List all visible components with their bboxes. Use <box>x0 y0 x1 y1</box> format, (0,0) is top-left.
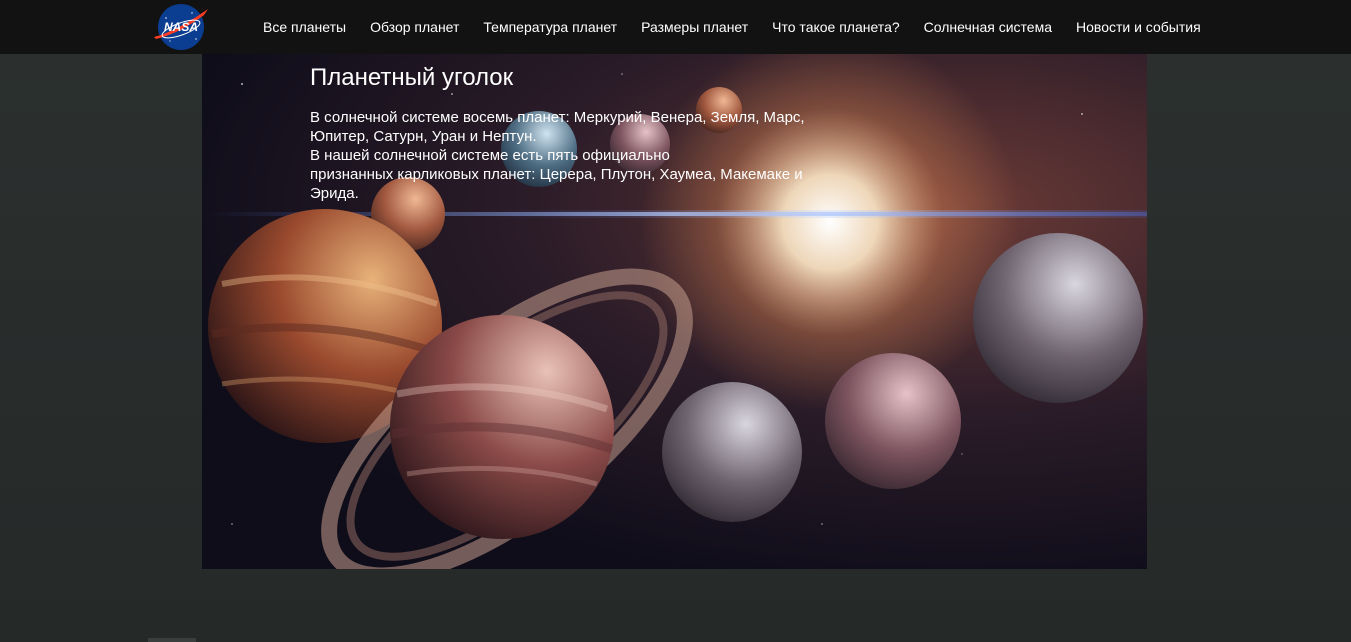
nav-all-planets[interactable]: Все планеты <box>251 0 358 54</box>
nav-what-is-planet[interactable]: Что такое планета? <box>760 0 911 54</box>
hero-banner: Планетный уголок В солнечной системе вос… <box>202 54 1147 569</box>
nav-solar-system[interactable]: Солнечная система <box>912 0 1064 54</box>
top-navigation-bar: NASA Все планеты Обзор планет Температур… <box>0 0 1351 54</box>
hero-line-4: признанных карликовых планет: Церера, Пл… <box>310 166 803 183</box>
bottom-scroll-indicator <box>148 638 196 642</box>
hero-line-5: Эрида. <box>310 185 359 202</box>
hero-line-1: В солнечной системе восемь планет: Мерку… <box>310 109 805 126</box>
main-nav: Все планеты Обзор планет Температура пла… <box>251 0 1213 54</box>
nasa-logo-icon[interactable]: NASA <box>152 3 210 51</box>
nav-news-events[interactable]: Новости и события <box>1064 0 1213 54</box>
hero-text-block: Планетный уголок В солнечной системе вос… <box>310 64 840 203</box>
nav-planets-sizes[interactable]: Размеры планет <box>629 0 760 54</box>
hero-line-2: Юпитер, Сатурн, Уран и Нептун. <box>310 128 537 145</box>
hero-line-3: В нашей солнечной системе есть пять офиц… <box>310 147 670 164</box>
nav-planets-temperature[interactable]: Температура планет <box>471 0 629 54</box>
logo-text: NASA <box>164 20 198 34</box>
nav-planets-overview[interactable]: Обзор планет <box>358 0 471 54</box>
page-title: Планетный уголок <box>310 64 514 91</box>
